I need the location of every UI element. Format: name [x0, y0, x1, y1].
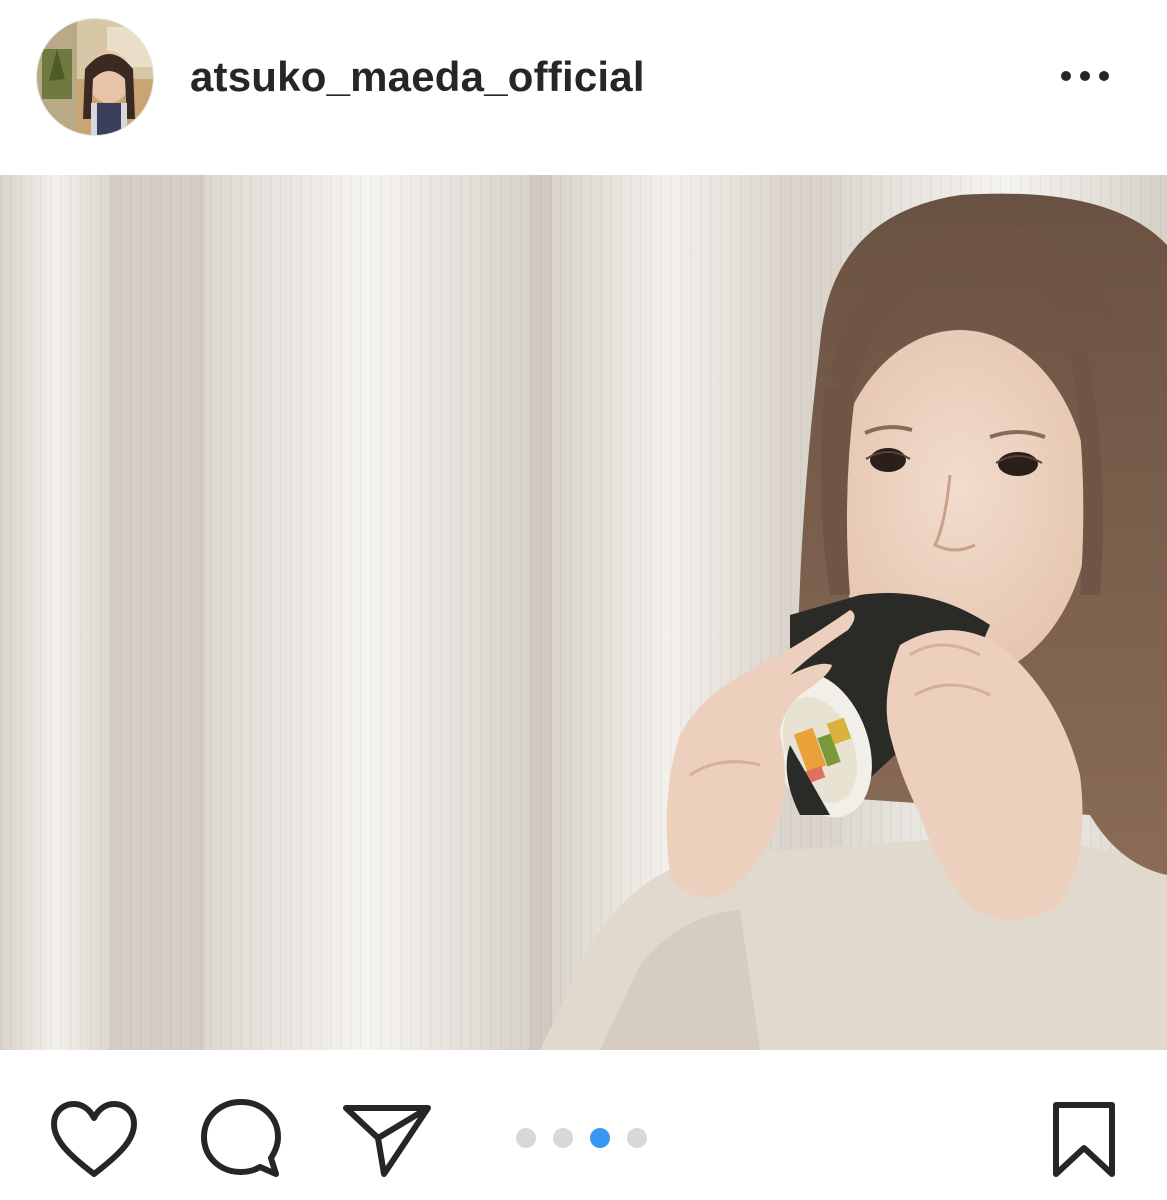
- comment-bubble-icon: [201, 1099, 281, 1177]
- post-photo[interactable]: [0, 175, 1167, 1050]
- post-actions-bar: [0, 1050, 1167, 1200]
- bookmark-icon: [1053, 1102, 1115, 1177]
- post-header: atsuko_maeda_official: [0, 0, 1167, 175]
- heart-icon: [51, 1101, 137, 1177]
- paper-plane-icon: [343, 1105, 431, 1177]
- like-button[interactable]: [48, 1098, 140, 1180]
- profile-avatar[interactable]: [36, 18, 154, 136]
- more-options-icon: [1061, 71, 1109, 81]
- carousel-dot[interactable]: [627, 1128, 647, 1148]
- carousel-dot-active[interactable]: [590, 1128, 610, 1148]
- more-options-button[interactable]: [1052, 56, 1122, 96]
- comment-button[interactable]: [198, 1096, 284, 1182]
- carousel-dot[interactable]: [516, 1128, 536, 1148]
- save-button[interactable]: [1050, 1100, 1118, 1180]
- username[interactable]: atsuko_maeda_official: [190, 50, 645, 104]
- carousel-indicator: [516, 1128, 656, 1148]
- share-button[interactable]: [340, 1098, 434, 1180]
- carousel-dot[interactable]: [553, 1128, 573, 1148]
- photo-woman-eating-sushi-roll: [0, 175, 1167, 1050]
